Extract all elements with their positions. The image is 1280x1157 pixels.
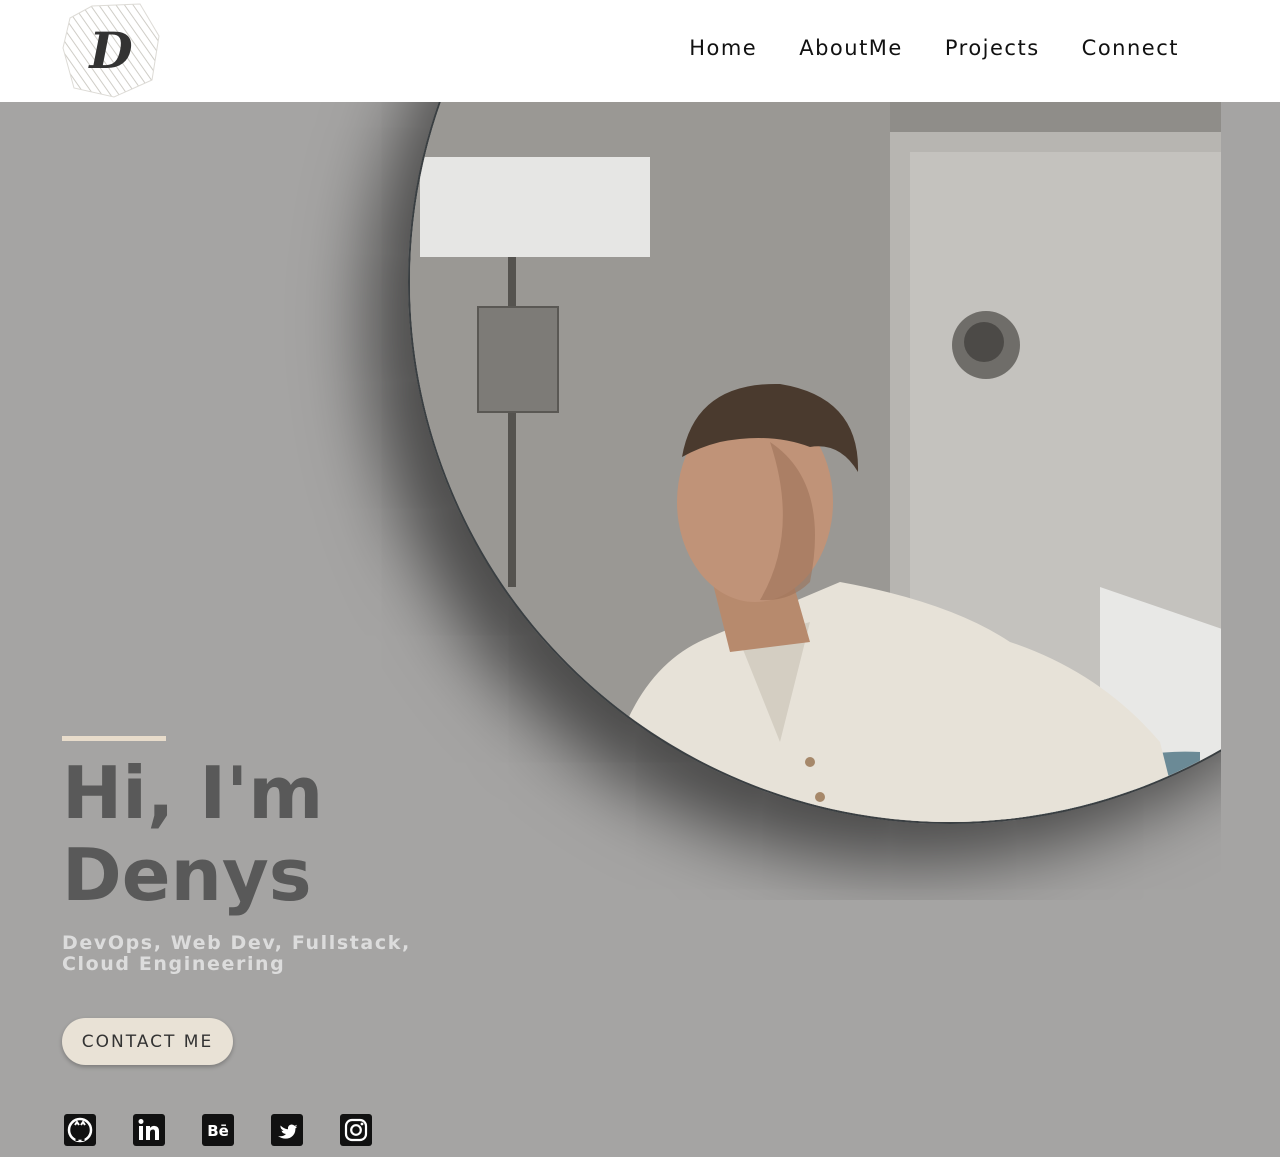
github-icon (64, 1114, 96, 1146)
social-links: Bē (63, 1113, 373, 1147)
nav-connect[interactable]: Connect (1082, 36, 1179, 60)
portrait-photo (410, 102, 1221, 822)
hero-title-line2: Denys (62, 833, 312, 917)
instagram-link[interactable] (339, 1113, 373, 1147)
nav-about-me[interactable]: AboutMe (799, 36, 903, 60)
hero-portrait (408, 102, 1221, 824)
logo[interactable]: D (62, 2, 160, 98)
twitter-icon (271, 1114, 303, 1146)
behance-link[interactable]: Bē (201, 1113, 235, 1147)
instagram-icon (340, 1114, 372, 1146)
linkedin-link[interactable] (132, 1113, 166, 1147)
nav-home[interactable]: Home (689, 36, 757, 60)
twitter-link[interactable] (270, 1113, 304, 1147)
behance-label: Bē (207, 1122, 229, 1140)
github-link[interactable] (63, 1113, 97, 1147)
nav-projects[interactable]: Projects (945, 36, 1040, 60)
main-nav: Home AboutMe Projects Connect (689, 36, 1179, 60)
behance-icon: Bē (202, 1114, 234, 1146)
hero-subtitle: DevOps, Web Dev, Fullstack, Cloud Engine… (62, 932, 411, 975)
linkedin-icon (133, 1114, 165, 1146)
hero-title: Hi, I'm Denys (62, 752, 482, 916)
accent-bar (62, 736, 166, 741)
logo-letter: D (89, 20, 133, 80)
hero-title-line1: Hi, I'm (62, 751, 324, 835)
site-header: D Home AboutMe Projects Connect (0, 0, 1280, 102)
contact-me-button[interactable]: CONTACT ME (62, 1018, 233, 1065)
